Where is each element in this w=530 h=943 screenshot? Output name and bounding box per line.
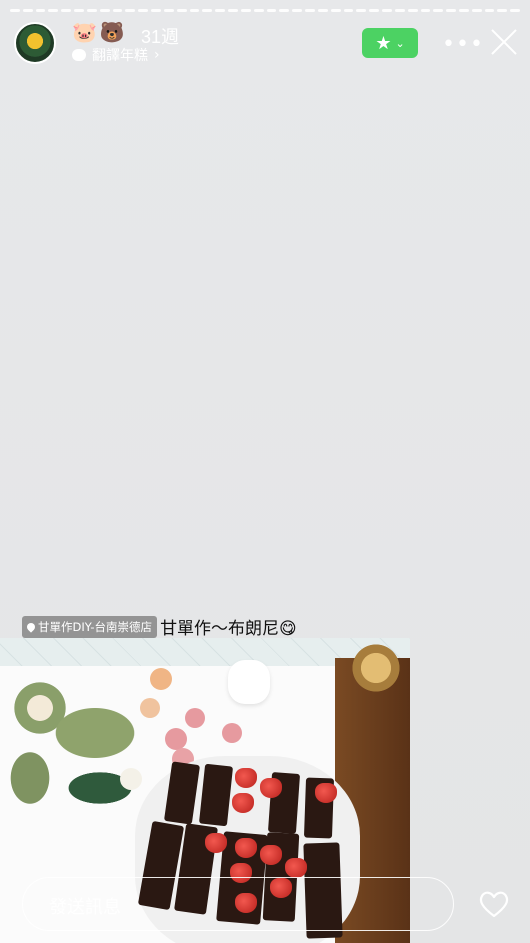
progress-segment <box>253 9 264 12</box>
progress-segment <box>112 9 123 12</box>
progress-segment <box>369 9 380 12</box>
progress-segment <box>99 9 110 12</box>
progress-segment <box>266 9 277 12</box>
progress-segment <box>279 9 290 12</box>
progress-segment <box>35 9 46 12</box>
reply-input[interactable]: 發送訊息 <box>22 877 454 931</box>
location-label: 甘單作DIY-台南崇德店 <box>38 619 153 634</box>
progress-segment <box>317 9 328 12</box>
progress-segment <box>86 9 97 12</box>
story-progress-bar <box>10 9 521 12</box>
progress-segment <box>125 9 136 12</box>
progress-segment <box>471 9 482 12</box>
reply-placeholder: 發送訊息 <box>49 897 121 918</box>
progress-segment <box>215 9 226 12</box>
favorite-button[interactable]: ★ ⌄ <box>362 28 418 58</box>
progress-segment <box>446 9 456 12</box>
progress-segment <box>228 9 238 12</box>
progress-segment <box>305 9 315 12</box>
progress-segment <box>138 9 149 12</box>
progress-segment <box>343 9 354 12</box>
progress-segment <box>189 9 200 12</box>
progress-segment <box>240 9 251 12</box>
chevron-down-icon: ⌄ <box>395 36 405 50</box>
progress-segment <box>22 9 33 12</box>
progress-segment <box>356 9 367 12</box>
progress-segment <box>163 9 174 12</box>
chat-bubble-icon <box>72 49 86 61</box>
progress-segment <box>151 9 161 12</box>
avatar[interactable] <box>14 22 56 64</box>
progress-segment <box>61 9 72 12</box>
progress-segment <box>48 9 59 12</box>
caption-text: 甘單作～布朗尼😋 <box>160 619 297 639</box>
heart-icon[interactable] <box>478 890 510 918</box>
progress-segment <box>202 9 213 12</box>
story-header: 🐷🐻 31週 翻譯年糕 › ★ ⌄ ••• <box>14 20 516 68</box>
progress-segment <box>497 9 508 12</box>
progress-segment <box>176 9 187 12</box>
progress-segment <box>74 9 84 12</box>
progress-segment <box>407 9 418 12</box>
progress-segment <box>382 9 392 12</box>
progress-segment <box>484 9 495 12</box>
location-pin-icon <box>25 620 37 633</box>
progress-segment <box>394 9 405 12</box>
user-emoji-name[interactable]: 🐷🐻 <box>72 20 128 44</box>
chevron-right-icon: › <box>154 47 160 63</box>
translate-label: 翻譯年糕 <box>92 48 148 64</box>
progress-segment <box>420 9 431 12</box>
lamp-decoration <box>346 638 406 698</box>
progress-segment <box>458 9 469 12</box>
location-sticker[interactable]: 甘單作DIY-台南崇德店 <box>22 615 158 638</box>
close-icon[interactable] <box>490 28 518 56</box>
progress-segment <box>510 9 521 12</box>
progress-segment <box>433 9 444 12</box>
story-caption: 甘單作DIY-台南崇德店 甘單作～布朗尼😋 <box>22 614 297 639</box>
progress-segment <box>10 9 20 12</box>
translate-link[interactable]: 翻譯年糕 › <box>72 45 160 65</box>
bubble-candle <box>228 660 270 704</box>
progress-segment <box>330 9 341 12</box>
more-options-icon[interactable]: ••• <box>442 32 484 57</box>
progress-segment <box>292 9 303 12</box>
star-icon: ★ <box>375 32 392 54</box>
